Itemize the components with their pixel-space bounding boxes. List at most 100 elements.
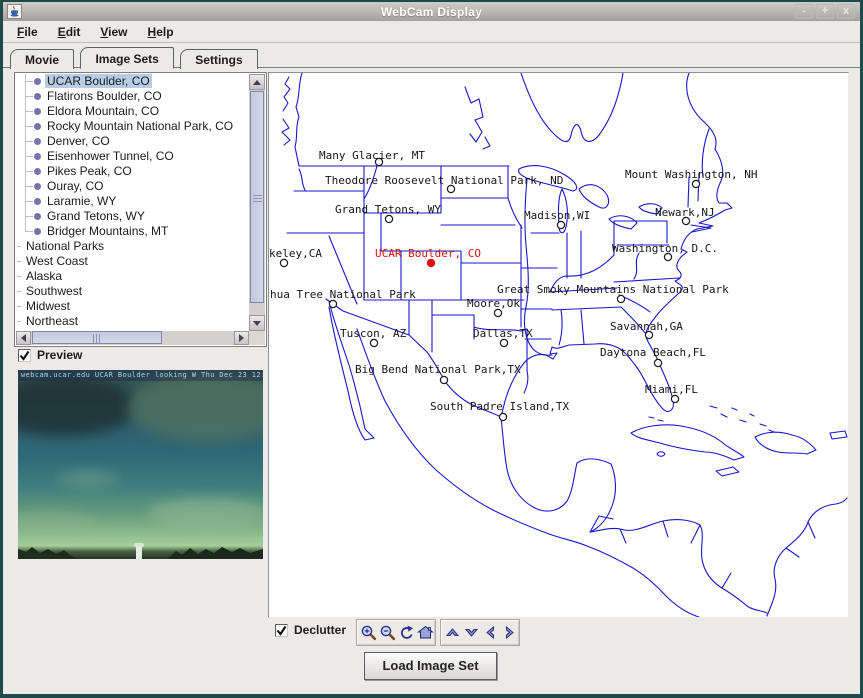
menu-view[interactable]: View (90, 23, 137, 41)
zoom-in-button[interactable] (360, 623, 377, 642)
webcam-preview-image: webcam.ucar.edu UCAR Boulder looking W T… (18, 370, 263, 559)
tree-item-label: Pikes Peak, CO (45, 164, 134, 178)
tree-item[interactable]: Ouray, CO (16, 179, 249, 194)
tree-item-label: Flatirons Boulder, CO (45, 89, 164, 103)
tree-guide-stub (17, 291, 21, 292)
tab-settings[interactable]: Settings (180, 49, 257, 69)
tree-list[interactable]: UCAR Boulder, COFlatirons Boulder, COEld… (16, 74, 249, 331)
location-marker[interactable] (671, 395, 678, 402)
location-marker[interactable] (329, 300, 336, 307)
location-marker[interactable] (499, 413, 506, 420)
tree-item-label: Rocky Mountain National Park, CO (45, 119, 235, 133)
tree-guide-stub (25, 111, 33, 112)
location-label: hua Tree National Park (270, 288, 416, 301)
tree-guide-stub (25, 141, 33, 142)
location-label: Theodore Roosevelt National Park, ND (325, 174, 563, 187)
location-label: Savannah,GA (610, 320, 683, 333)
pan-left-button[interactable] (482, 623, 499, 642)
vertical-scroll-thumb[interactable] (250, 91, 264, 303)
scroll-right-button[interactable] (234, 331, 249, 345)
tree-item[interactable]: UCAR Boulder, CO (16, 74, 249, 89)
reset-zoom-button[interactable] (398, 623, 415, 642)
location-marker[interactable] (692, 180, 699, 187)
tree-item[interactable]: Pikes Peak, CO (16, 164, 249, 179)
tree-leaf-icon (34, 123, 41, 130)
tree-guide-stub (17, 261, 21, 262)
tree-item[interactable]: Northeast (16, 314, 249, 329)
location-label: UCAR Boulder, CO (375, 247, 481, 260)
tree-item[interactable]: Eisenhower Tunnel, CO (16, 149, 249, 164)
menu-bar: File Edit View Help (3, 21, 860, 43)
check-icon (19, 350, 30, 361)
home-button[interactable] (417, 623, 434, 642)
tab-image-sets[interactable]: Image Sets (80, 47, 173, 69)
location-marker[interactable] (654, 359, 661, 366)
tree-item[interactable]: West Coast (16, 254, 249, 269)
location-marker[interactable] (440, 376, 447, 383)
map-panel[interactable]: Many Glacier, MTTheodore Roosevelt Natio… (268, 72, 849, 618)
horizontal-scroll-thumb[interactable] (32, 331, 162, 344)
location-marker[interactable] (494, 309, 501, 316)
close-button[interactable]: x (837, 4, 855, 19)
tree-item[interactable]: Bridger Mountains, MT (16, 224, 249, 239)
selected-location-marker[interactable] (427, 259, 434, 266)
minimize-button[interactable]: - (795, 4, 813, 19)
tab-movie[interactable]: Movie (10, 49, 74, 69)
tab-bar: Movie Image Sets Settings (3, 47, 860, 68)
scroll-left-button[interactable] (16, 331, 31, 345)
pan-left-icon (482, 624, 499, 641)
tree-leaf-icon (34, 228, 41, 235)
location-marker[interactable] (500, 339, 507, 346)
declutter-checkbox[interactable] (275, 624, 288, 637)
menu-help[interactable]: Help (138, 23, 184, 41)
webcam-display-window: WebCam Display - + x File Edit View Help… (0, 0, 863, 698)
location-marker[interactable] (280, 259, 287, 266)
tree-item-label: Ouray, CO (45, 179, 105, 193)
menu-file[interactable]: File (7, 23, 48, 41)
tree-guide-stub (25, 96, 33, 97)
menu-edit[interactable]: Edit (48, 23, 91, 41)
tree-item[interactable]: Laramie, WY (16, 194, 249, 209)
tree-item[interactable]: Grand Tetons, WY (16, 209, 249, 224)
image-set-tree-pane: UCAR Boulder, COFlatirons Boulder, COEld… (14, 72, 267, 347)
tree-item[interactable]: Alaska (16, 269, 249, 284)
location-marker[interactable] (385, 215, 392, 222)
location-marker[interactable] (557, 221, 564, 228)
scroll-down-button[interactable] (249, 315, 265, 331)
tree-leaf-icon (34, 138, 41, 145)
tree-item-label: UCAR Boulder, CO (45, 74, 152, 88)
declutter-row: Declutter (275, 623, 346, 637)
pan-down-button[interactable] (463, 623, 480, 642)
tree-item[interactable]: Denver, CO (16, 134, 249, 149)
thumb-grip-icon (253, 193, 262, 202)
preview-checkbox[interactable] (18, 349, 31, 362)
load-image-set-button[interactable]: Load Image Set (364, 652, 497, 680)
maximize-button[interactable]: + (816, 4, 834, 19)
pan-right-button[interactable] (501, 623, 518, 642)
zoom-toolbar (356, 619, 436, 646)
scroll-up-button[interactable] (249, 74, 265, 90)
tree-leaf-icon (34, 93, 41, 100)
tree-item[interactable]: National Parks (16, 239, 249, 254)
tree-item-label: Bridger Mountains, MT (45, 224, 170, 238)
location-marker[interactable] (370, 339, 377, 346)
zoom-in-icon (360, 624, 377, 641)
title-bar[interactable]: WebCam Display - + x (3, 2, 860, 21)
tree-leaf-icon (34, 153, 41, 160)
tree-item[interactable]: Flatirons Boulder, CO (16, 89, 249, 104)
preview-row: Preview (18, 348, 82, 362)
map-canvas[interactable]: Many Glacier, MTTheodore Roosevelt Natio… (269, 73, 848, 617)
horizontal-scrollbar[interactable] (16, 331, 249, 345)
preview-label: Preview (37, 348, 82, 362)
tree-item-label: Grand Tetons, WY (45, 209, 147, 223)
tree-item[interactable]: Southwest (16, 284, 249, 299)
tree-item[interactable]: Rocky Mountain National Park, CO (16, 119, 249, 134)
tree-item[interactable]: Eldora Mountain, CO (16, 104, 249, 119)
location-marker[interactable] (617, 295, 624, 302)
pan-up-button[interactable] (444, 623, 461, 642)
tree-item-label: Denver, CO (45, 134, 112, 148)
vertical-scrollbar[interactable] (249, 74, 265, 331)
tree-item[interactable]: Midwest (16, 299, 249, 314)
zoom-out-button[interactable] (379, 623, 396, 642)
tree-item-label: Laramie, WY (45, 194, 118, 208)
